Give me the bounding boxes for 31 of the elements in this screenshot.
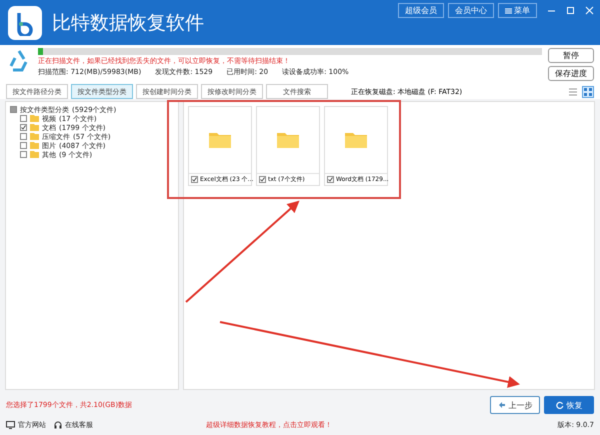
folder-icon [276, 131, 300, 149]
app-title: 比特数据恢复软件 [52, 10, 204, 36]
checkbox[interactable] [191, 176, 198, 183]
header-button[interactable]: 会员中心 [448, 3, 494, 18]
scan-button[interactable]: 保存进度 [548, 66, 594, 81]
checkbox[interactable] [20, 124, 27, 131]
scan-button[interactable]: 暂停 [548, 48, 594, 63]
checkbox[interactable] [20, 151, 27, 158]
checkbox[interactable] [20, 115, 27, 122]
refresh-icon [556, 401, 564, 409]
back-button[interactable]: 上一步 [490, 396, 540, 414]
recover-button[interactable]: 恢复 [544, 396, 594, 414]
maximize-icon[interactable] [566, 6, 575, 15]
list-icon [569, 88, 577, 96]
close-icon[interactable] [585, 6, 594, 15]
checkbox[interactable] [20, 142, 27, 149]
checkbox[interactable] [327, 176, 334, 183]
checkbox[interactable] [20, 133, 27, 140]
menu-icon [505, 8, 512, 14]
checkbox[interactable] [259, 176, 266, 183]
header-button[interactable]: 超级会员 [398, 3, 444, 18]
folder-icon [208, 131, 232, 149]
list-view-button[interactable] [567, 86, 579, 98]
headset-icon [54, 421, 62, 429]
back-arrow-icon [498, 401, 506, 409]
grid-view-button[interactable] [582, 86, 594, 98]
monitor-icon [6, 421, 15, 429]
checkbox[interactable] [10, 106, 17, 113]
grid-icon [584, 88, 592, 96]
header-button[interactable]: 菜单 [498, 3, 537, 18]
folder-icon [344, 131, 368, 149]
